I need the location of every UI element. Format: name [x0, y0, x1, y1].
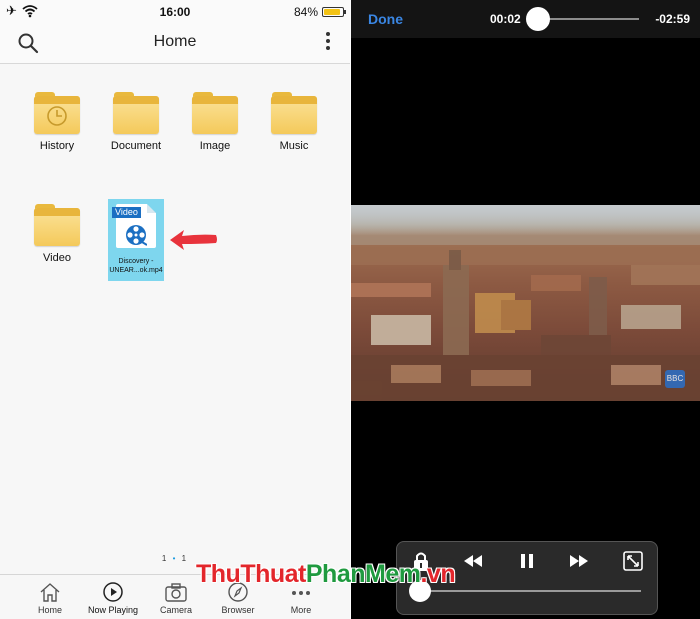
page-title: Home — [153, 33, 197, 50]
folder-label: Document — [110, 140, 162, 152]
folder-label: Music — [279, 140, 309, 152]
home-icon — [40, 583, 60, 602]
tab-now-playing[interactable]: Now Playing — [81, 581, 145, 615]
camera-icon — [165, 583, 187, 602]
tab-label: More — [290, 605, 312, 615]
play-circle-icon — [103, 582, 123, 602]
tab-label: Browser — [221, 605, 255, 615]
tab-home[interactable]: Home — [18, 581, 82, 615]
folder-image[interactable]: Image — [180, 92, 250, 152]
channel-watermark: BBC — [665, 370, 685, 388]
player-top-bar: Done 00:02 -02:59 — [351, 0, 700, 38]
remaining-time: -02:59 — [655, 12, 690, 26]
site-watermark: ThuThuatPhanMem.vn — [196, 560, 456, 589]
rewind-icon[interactable] — [461, 550, 485, 572]
folder-icon — [271, 92, 317, 134]
folder-label: History — [39, 140, 75, 152]
battery-icon — [322, 7, 346, 17]
folder-icon — [192, 92, 238, 134]
pause-icon[interactable] — [515, 550, 539, 572]
seek-knob[interactable] — [526, 7, 550, 31]
brand-part-mem: Mem — [365, 560, 421, 588]
tab-label: Home — [37, 605, 62, 615]
tab-label: Camera — [159, 605, 192, 615]
pointer-arrow-icon — [170, 230, 217, 250]
brand-part-thuat: Thuat — [240, 560, 306, 588]
volume-track[interactable] — [411, 590, 641, 592]
tab-label: Now Playing — [87, 605, 139, 615]
clock-icon — [47, 106, 67, 126]
folder-icon — [34, 92, 80, 134]
video-frame[interactable]: BBC — [351, 205, 700, 401]
folder-music[interactable]: Music — [259, 92, 329, 152]
folder-label: Image — [199, 140, 231, 152]
more-options-icon[interactable] — [324, 32, 332, 54]
brand-part-phan: Phan — [305, 560, 366, 588]
battery-percent: 84% — [293, 5, 318, 19]
brand-part-vn: .vn — [420, 560, 456, 588]
video-player-screen: Done 00:02 -02:59 BBC — [351, 0, 700, 619]
folder-document[interactable]: Document — [101, 92, 171, 152]
folder-label: Video — [43, 252, 71, 264]
folder-video[interactable]: Video — [22, 204, 92, 264]
nav-bar: Home — [0, 22, 350, 64]
video-tag: Video — [112, 207, 141, 218]
brand-part-thu: Thu — [196, 560, 241, 588]
file-manager-screen: ✈ 16:00 84% Home History Document Image … — [0, 0, 350, 619]
folder-icon — [34, 204, 80, 246]
film-reel-icon — [126, 225, 147, 246]
city-aerial-image — [351, 235, 700, 401]
file-name-line2: UNEAR...ok.mp4 — [109, 267, 163, 274]
fast-forward-icon[interactable] — [567, 550, 591, 572]
pager-left: 1 — [161, 554, 169, 563]
fullscreen-icon[interactable] — [621, 550, 645, 572]
status-bar: ✈ 16:00 84% — [0, 0, 350, 22]
elapsed-time: 00:02 — [490, 12, 521, 26]
file-name-line1: Discovery - — [118, 258, 154, 265]
done-button[interactable]: Done — [368, 11, 403, 27]
folder-history[interactable]: History — [22, 92, 92, 152]
folder-icon — [113, 92, 159, 134]
file-name: Discovery - UNEAR...ok.mp4 — [108, 257, 164, 275]
pager-right: 1 — [181, 554, 189, 563]
pager-dot: • — [172, 554, 178, 563]
file-grid: History Document Image Music Video Video — [0, 64, 350, 574]
video-file-item[interactable]: Video Discovery - UNEAR...ok.mp4 — [108, 199, 164, 281]
